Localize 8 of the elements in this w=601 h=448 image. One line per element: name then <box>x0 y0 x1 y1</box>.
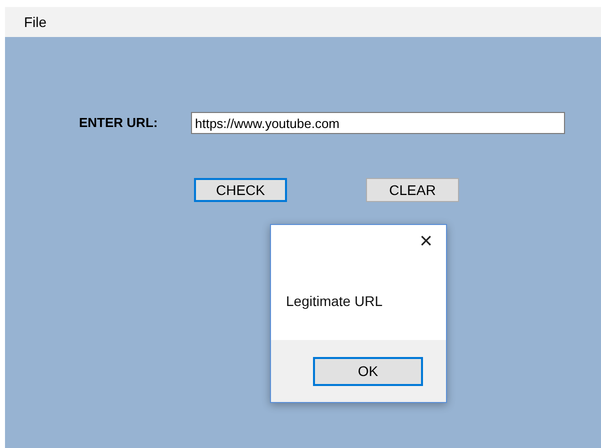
form-button[interactable]: CLEAR <box>366 178 459 202</box>
url-label: ENTER URL: <box>79 114 159 132</box>
ok-button[interactable]: OK <box>313 357 423 386</box>
url-input[interactable]: https://www.youtube.com <box>191 112 565 134</box>
dialog-message: Legitimate URL <box>286 292 382 311</box>
menu-item[interactable]: File <box>24 12 47 32</box>
close-button[interactable]: × <box>414 229 438 253</box>
form-button[interactable]: CHECK <box>194 178 287 202</box>
